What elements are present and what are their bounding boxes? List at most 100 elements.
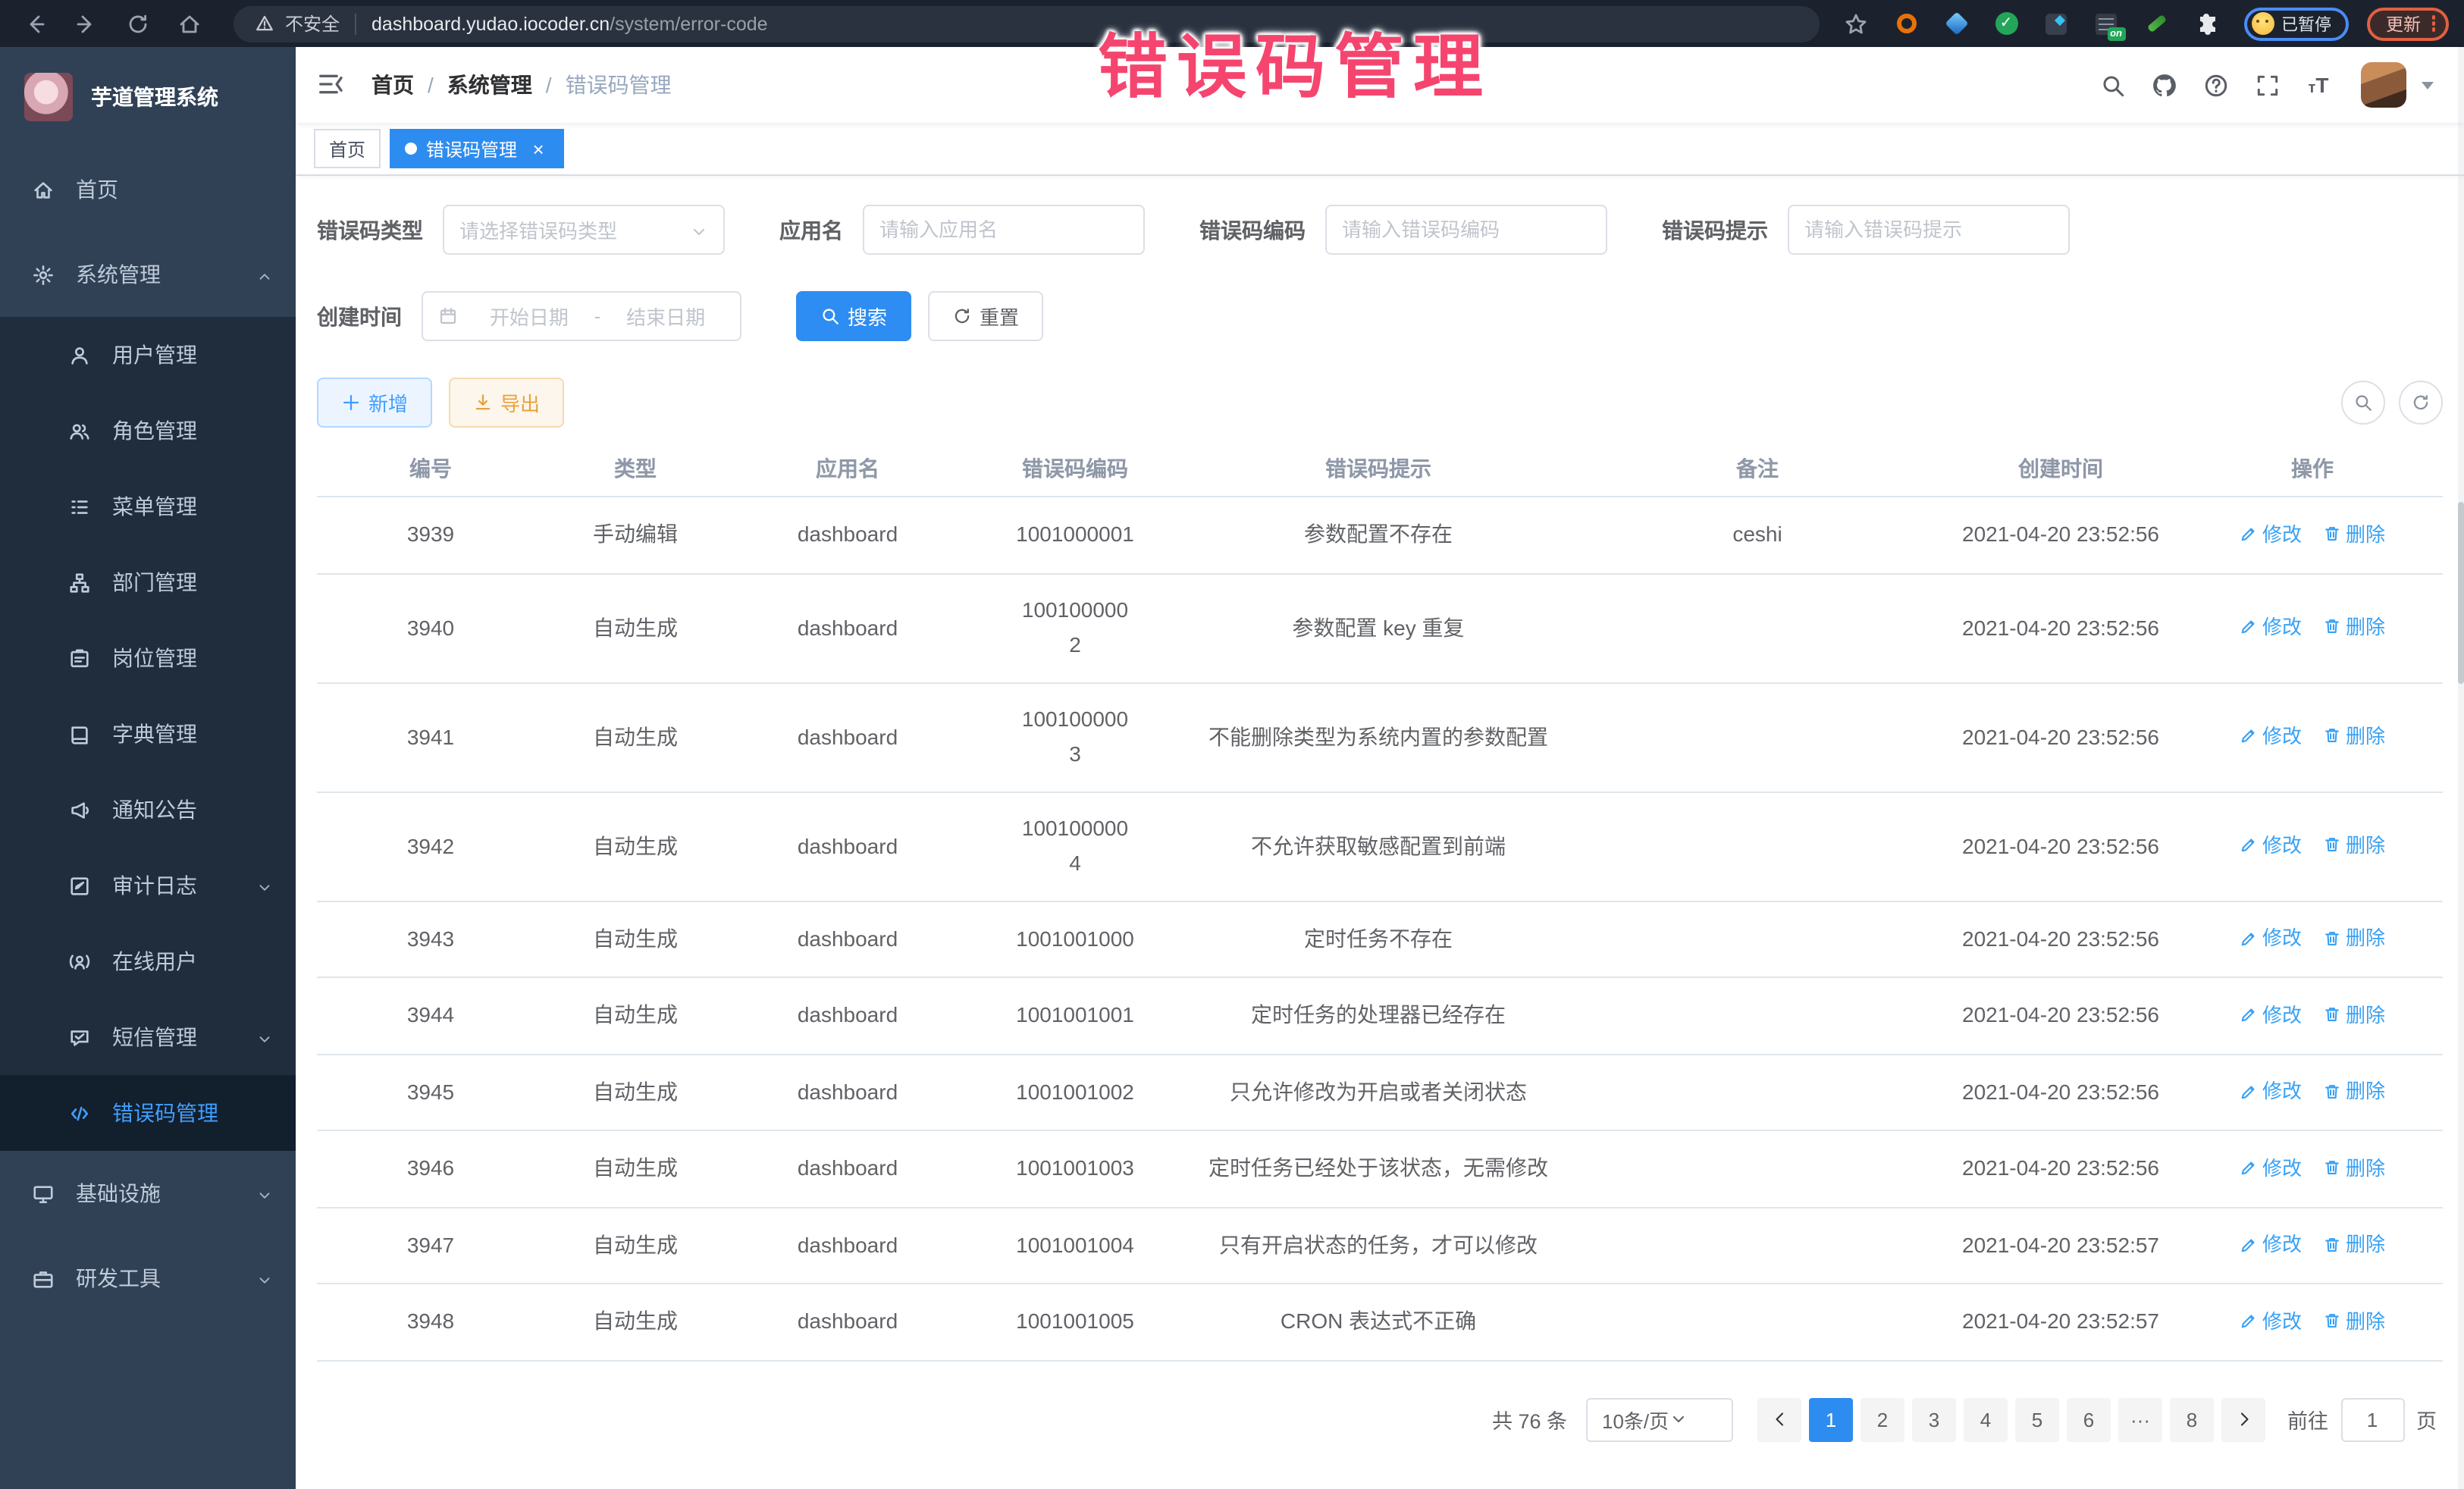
- sidebar-item-dict-management[interactable]: 字典管理: [0, 696, 296, 772]
- extension-tool-icon[interactable]: [2143, 11, 2169, 36]
- cell-id: 3942: [317, 792, 544, 901]
- delete-link[interactable]: 删除: [2323, 920, 2385, 955]
- browser-update-button[interactable]: 更新: [2366, 7, 2449, 40]
- sidebar-item-online-users[interactable]: 在线用户: [0, 923, 296, 999]
- edit-link[interactable]: 修改: [2240, 516, 2302, 551]
- delete-link[interactable]: 删除: [2323, 997, 2385, 1032]
- user-avatar[interactable]: [2361, 62, 2406, 108]
- edit-link[interactable]: 修改: [2240, 997, 2302, 1032]
- sidebar-item-system-management[interactable]: 系统管理: [0, 232, 296, 317]
- log-icon: [67, 873, 91, 898]
- breadcrumb-item[interactable]: 系统管理: [447, 70, 532, 100]
- sidebar-item-post-management[interactable]: 岗位管理: [0, 620, 296, 696]
- chevron-down-icon[interactable]: [2422, 81, 2434, 89]
- delete-link[interactable]: 删除: [2323, 1074, 2385, 1108]
- page-button-2[interactable]: 2: [1861, 1397, 1904, 1441]
- page-size-select[interactable]: 10条/页: [1585, 1397, 1732, 1441]
- sidebar-item-infrastructure[interactable]: 基础设施: [0, 1151, 296, 1236]
- export-button[interactable]: 导出: [449, 378, 564, 428]
- sidebar-item-dev-tools[interactable]: 研发工具: [0, 1236, 296, 1321]
- extension-blue-gem-icon[interactable]: [1943, 11, 1969, 36]
- delete-link[interactable]: 删除: [2323, 1303, 2385, 1338]
- delete-link[interactable]: 删除: [2323, 1227, 2385, 1262]
- edit-link[interactable]: 修改: [2240, 828, 2302, 863]
- page-button-4[interactable]: 4: [1964, 1397, 2008, 1441]
- delete-link[interactable]: 删除: [2323, 516, 2385, 551]
- address-bar[interactable]: 不安全 dashboard.yudao.iocoder.cn/system/er…: [234, 5, 1819, 42]
- breadcrumb-item[interactable]: 首页: [371, 70, 414, 100]
- sidebar-item-error-code-management[interactable]: 错误码管理: [0, 1075, 296, 1151]
- extensions-puzzle-icon[interactable]: [2193, 11, 2219, 36]
- help-icon[interactable]: [2200, 70, 2230, 100]
- page-button-8[interactable]: 8: [2170, 1397, 2214, 1441]
- delete-icon: [2323, 525, 2341, 543]
- fullscreen-icon[interactable]: [2252, 70, 2282, 100]
- edit-link[interactable]: 修改: [2240, 719, 2302, 754]
- delete-link[interactable]: 删除: [2323, 610, 2385, 644]
- bookmark-star-icon[interactable]: [1843, 11, 1869, 36]
- table-row: 3945自动生成dashboard1001001002只允许修改为开启或者关闭状…: [317, 1054, 2443, 1130]
- create-time-label: 创建时间: [317, 301, 402, 331]
- add-button[interactable]: 新增: [317, 378, 432, 428]
- sidebar-item-user-management[interactable]: 用户管理: [0, 317, 296, 393]
- sidebar-item-menu-management[interactable]: 菜单管理: [0, 469, 296, 544]
- reset-button[interactable]: 重置: [928, 291, 1043, 341]
- extension-on-badge-icon[interactable]: on: [2093, 11, 2119, 36]
- sidebar-item-notice-announcement[interactable]: 通知公告: [0, 772, 296, 848]
- tag-首页[interactable]: 首页: [314, 129, 381, 168]
- filter-select[interactable]: 请选择错误码类型: [443, 205, 725, 255]
- app-logo-row[interactable]: 芋道管理系统: [0, 47, 296, 147]
- github-icon[interactable]: [2149, 70, 2179, 100]
- page-button-5[interactable]: 5: [2015, 1397, 2059, 1441]
- edit-link[interactable]: 修改: [2240, 920, 2302, 955]
- edit-link[interactable]: 修改: [2240, 610, 2302, 644]
- browser-home-icon[interactable]: [176, 11, 202, 36]
- edit-link[interactable]: 修改: [2240, 1074, 2302, 1108]
- sidebar-item-home[interactable]: 首页: [0, 147, 296, 232]
- extension-green-check-icon[interactable]: ✓: [1993, 11, 2019, 36]
- column-header: 操作: [2182, 441, 2443, 497]
- extension-orange-ring-icon[interactable]: [1893, 11, 1919, 36]
- sms-icon: [67, 1025, 91, 1049]
- page-ellipsis-button[interactable]: ···: [2118, 1397, 2162, 1441]
- filter-input[interactable]: [1342, 218, 1591, 241]
- browser-profile-chip[interactable]: 已暂停: [2243, 7, 2348, 40]
- tag-close-icon[interactable]: ×: [528, 138, 549, 159]
- edit-link[interactable]: 修改: [2240, 1303, 2302, 1338]
- scrollbar[interactable]: [2458, 47, 2464, 1489]
- cell-operations: 修改删除: [2182, 1054, 2443, 1130]
- cell-operations: 修改删除: [2182, 1284, 2443, 1360]
- table-row: 3940自动生成dashboard100100000 2参数配置 key 重复2…: [317, 573, 2443, 682]
- browser-refresh-icon[interactable]: [124, 11, 150, 36]
- delete-link[interactable]: 删除: [2323, 719, 2385, 754]
- filter-input[interactable]: [879, 218, 1128, 241]
- page-button-6[interactable]: 6: [2067, 1397, 2111, 1441]
- sidebar-item-sms-management[interactable]: 短信管理: [0, 999, 296, 1075]
- refresh-table-button[interactable]: [2399, 381, 2443, 425]
- goto-page-input[interactable]: [2340, 1397, 2404, 1441]
- tag-错误码管理[interactable]: 错误码管理×: [390, 129, 564, 168]
- filter-input[interactable]: [1804, 218, 2053, 241]
- next-page-button[interactable]: [2221, 1397, 2265, 1441]
- page-button-1[interactable]: 1: [1809, 1397, 1853, 1441]
- sidebar-item-role-management[interactable]: 角色管理: [0, 393, 296, 469]
- sidebar-item-dept-management[interactable]: 部门管理: [0, 544, 296, 620]
- delete-link[interactable]: 删除: [2323, 828, 2385, 863]
- delete-link[interactable]: 删除: [2323, 1150, 2385, 1185]
- search-button[interactable]: 搜索: [796, 291, 911, 341]
- edit-link[interactable]: 修改: [2240, 1227, 2302, 1262]
- megaphone-icon: [67, 798, 91, 822]
- hamburger-icon[interactable]: [317, 70, 347, 100]
- edit-link[interactable]: 修改: [2240, 1150, 2302, 1185]
- sidebar-item-audit-log[interactable]: 审计日志: [0, 848, 296, 923]
- prev-page-button[interactable]: [1757, 1397, 1801, 1441]
- browser-forward-icon[interactable]: [73, 11, 99, 36]
- browser-back-icon[interactable]: [21, 11, 47, 36]
- extension-squares-icon[interactable]: [2043, 11, 2069, 36]
- date-range-picker[interactable]: 开始日期 - 结束日期: [422, 291, 741, 341]
- page-button-3[interactable]: 3: [1912, 1397, 1956, 1441]
- toggle-search-button[interactable]: [2341, 381, 2385, 425]
- search-icon[interactable]: [2097, 70, 2127, 100]
- font-size-icon[interactable]: тT: [2303, 70, 2334, 100]
- edit-icon: [2240, 1005, 2258, 1023]
